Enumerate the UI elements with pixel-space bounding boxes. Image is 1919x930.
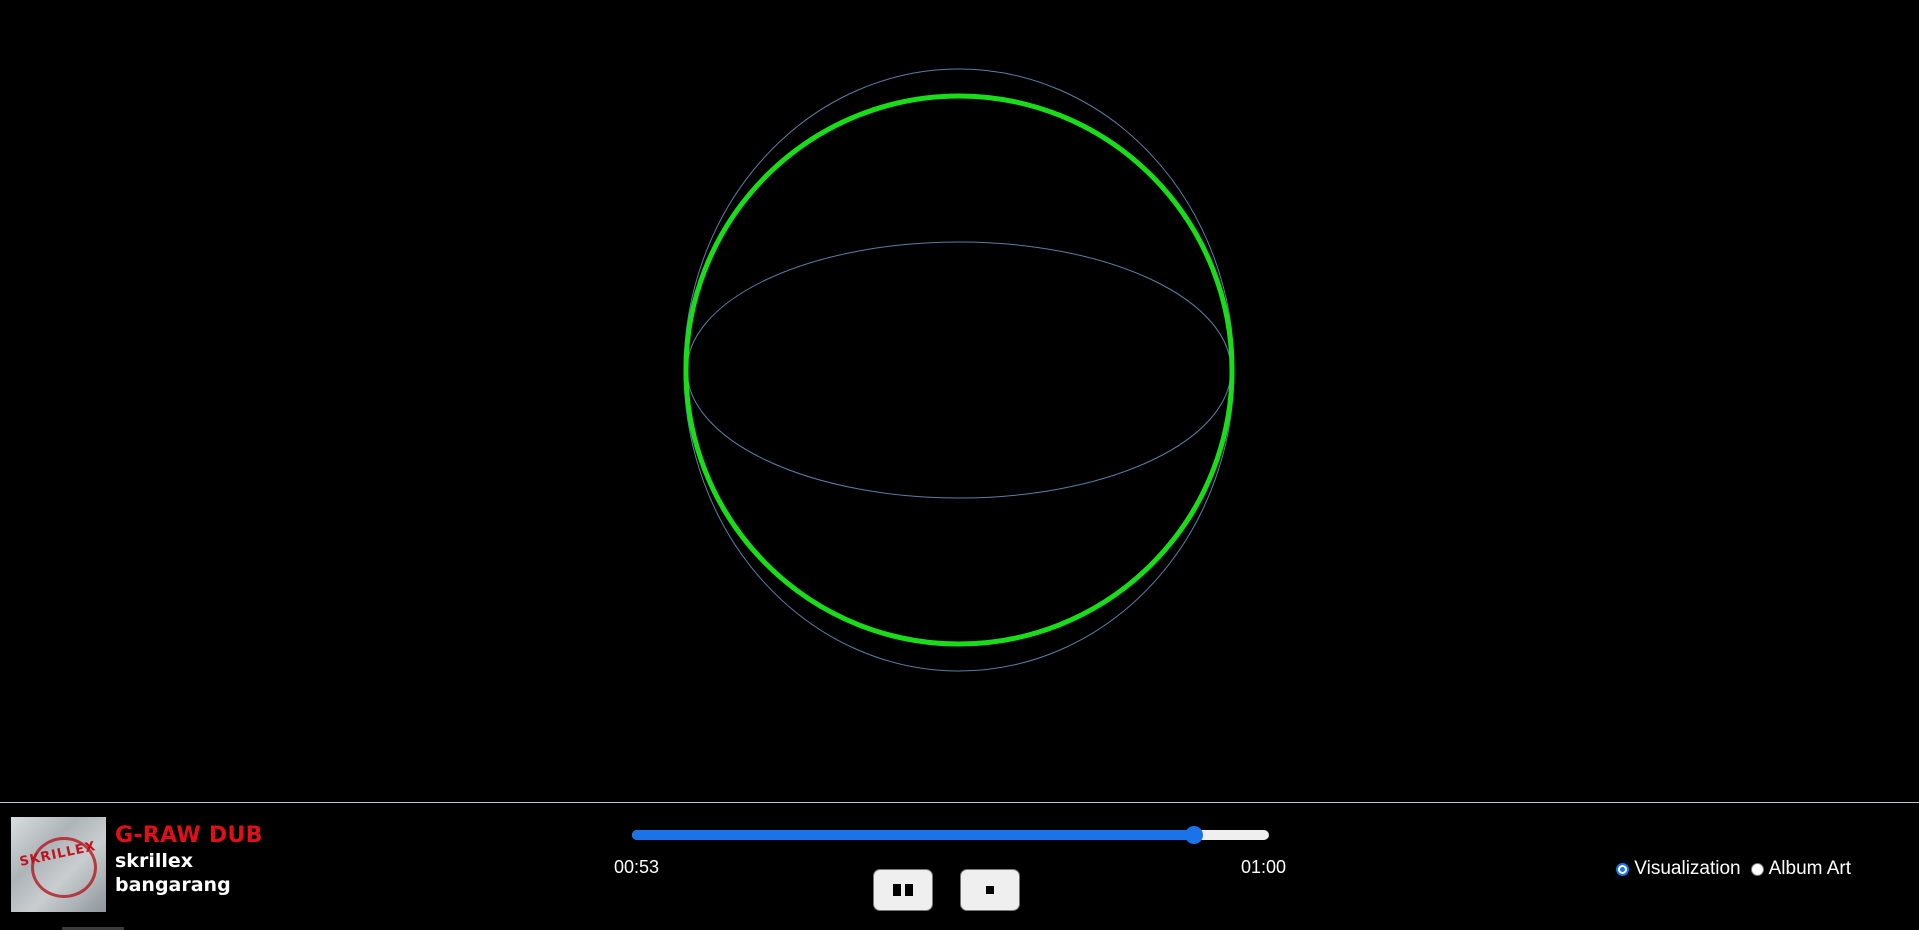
audio-ring	[683, 93, 1235, 647]
current-time: 00:53	[614, 857, 660, 877]
total-time: 01:00	[1241, 857, 1287, 877]
visualization-radio[interactable]	[1616, 862, 1630, 876]
pause-icon	[893, 884, 913, 896]
wireframe-equator-ellipse	[686, 241, 1232, 499]
album-art: SKRILLEX	[11, 817, 106, 912]
view-option-visualization[interactable]: Visualization	[1616, 858, 1741, 880]
progress-thumb[interactable]	[1185, 826, 1204, 844]
track-artist: skrillex	[115, 850, 193, 872]
visualization-label: Visualization	[1634, 858, 1741, 879]
album-art-label: Album Art	[1768, 858, 1851, 879]
visualizer-svg	[683, 68, 1235, 672]
album-art-radio[interactable]	[1750, 862, 1764, 876]
view-option-album-art[interactable]: Album Art	[1750, 858, 1851, 880]
pause-button[interactable]	[873, 869, 933, 911]
player-bar: SKRILLEX G-RAW DUB skrillex bangarang 00…	[0, 802, 1919, 930]
progress-fill	[632, 830, 1195, 840]
stop-button[interactable]	[960, 869, 1020, 911]
stop-icon	[986, 886, 994, 894]
visualizer-canvas	[0, 0, 1919, 802]
wireframe-outer-ellipse	[683, 68, 1235, 672]
track-title: G-RAW DUB	[115, 823, 263, 848]
view-mode-options: Visualization Album Art	[1616, 858, 1851, 880]
track-info: G-RAW DUB skrillex bangarang	[115, 823, 263, 897]
progress-slider[interactable]	[632, 826, 1269, 844]
track-album: bangarang	[115, 874, 231, 896]
